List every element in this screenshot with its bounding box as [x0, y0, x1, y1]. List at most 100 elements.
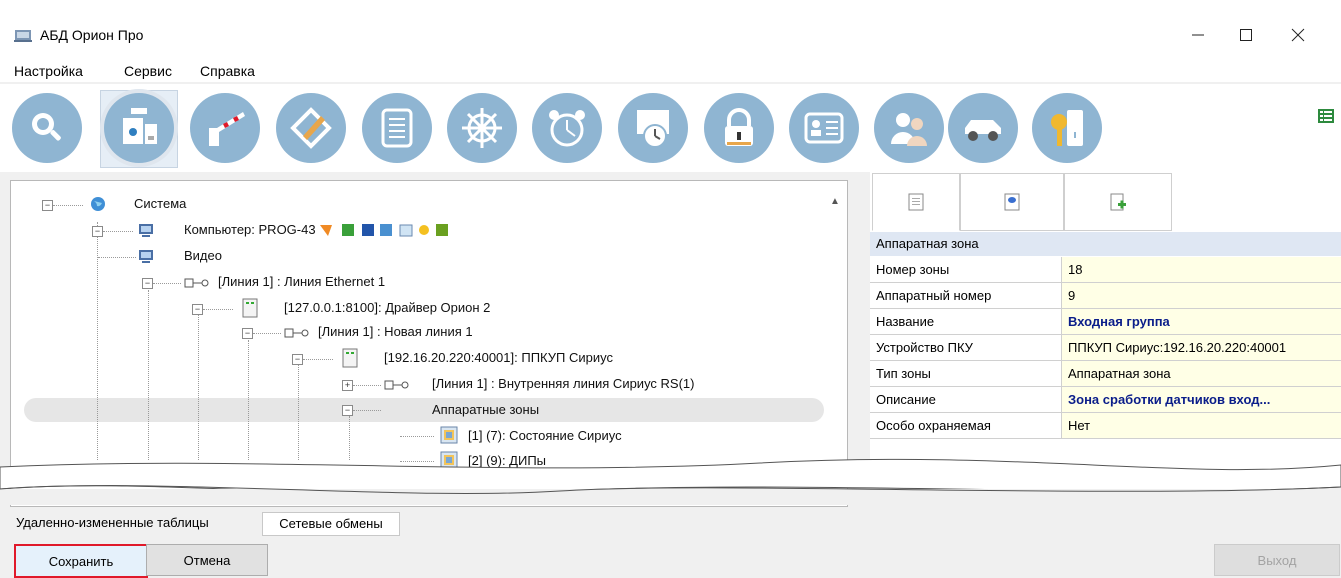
- property-label: Описание: [876, 392, 936, 407]
- alarm-clock-tool-button[interactable]: [532, 93, 602, 163]
- property-value[interactable]: Нет: [1068, 418, 1338, 433]
- tree-node-video[interactable]: Видео: [184, 248, 222, 263]
- key-tool-button[interactable]: [1032, 93, 1102, 163]
- tree-collapse-toggle[interactable]: −: [192, 304, 203, 315]
- tab-remote-tables[interactable]: Удаленно-измененные таблицы: [16, 512, 209, 534]
- document-tool-button[interactable]: [362, 93, 432, 163]
- schedule-tool-button[interactable]: [618, 93, 688, 163]
- property-separator: [1061, 413, 1062, 438]
- barrier-icon: [209, 112, 245, 146]
- tree-node-driver[interactable]: [127.0.0.1:8100]: Драйвер Орион 2: [284, 300, 490, 315]
- property-separator: [1061, 387, 1062, 412]
- car-tool-button[interactable]: [948, 93, 1018, 163]
- tree-collapse-toggle[interactable]: −: [142, 278, 153, 289]
- properties-header: Аппаратная зона: [870, 232, 1341, 256]
- helm-icon: [462, 108, 502, 148]
- save-button[interactable]: Сохранить: [14, 544, 148, 578]
- tree-node-inner-line[interactable]: [Линия 1] : Внутренняя линия Сириус RS(1…: [432, 376, 694, 391]
- property-separator: [1061, 257, 1062, 282]
- plan-edit-tool-button[interactable]: [276, 93, 346, 163]
- close-icon: [1291, 28, 1305, 42]
- property-row-description[interactable]: Описание Зона сработки датчиков вход...: [870, 387, 1341, 413]
- barrier-tool-button[interactable]: [190, 93, 260, 163]
- properties-header-title: Аппаратная зона: [876, 236, 979, 251]
- menu-help[interactable]: Справка: [200, 63, 255, 79]
- list-view-icon[interactable]: [1318, 108, 1334, 124]
- property-value[interactable]: Зона сработки датчиков вход...: [1068, 392, 1338, 407]
- property-label: Номер зоны: [876, 262, 950, 277]
- exit-button[interactable]: Выход: [1214, 544, 1340, 576]
- tree-node-sirius[interactable]: [192.16.20.220:40001]: ППКУП Сириус: [384, 350, 613, 365]
- tree-node-computer[interactable]: Компьютер: PROG-43: [184, 222, 316, 237]
- property-value[interactable]: 9: [1068, 288, 1338, 303]
- property-value[interactable]: ППКУП Сириус:192.16.20.220:40001: [1068, 340, 1338, 355]
- property-label: Тип зоны: [876, 366, 931, 381]
- car-icon: [965, 120, 1001, 141]
- property-row-guarded[interactable]: Особо охраняемая Нет: [870, 413, 1341, 439]
- property-value[interactable]: Входная группа: [1068, 314, 1338, 329]
- property-row-zone-type[interactable]: Тип зоны Аппаратная зона: [870, 361, 1341, 387]
- menu-service[interactable]: Сервис: [124, 63, 172, 79]
- zone-icon: [440, 426, 458, 444]
- search-icon: [32, 113, 61, 141]
- app-icon: [14, 27, 32, 43]
- maximize-button[interactable]: [1224, 18, 1268, 52]
- tree-collapse-toggle[interactable]: −: [242, 328, 253, 339]
- tree-branch-line: [353, 410, 381, 411]
- video-icon: [138, 248, 154, 264]
- property-row-name[interactable]: Название Входная группа: [870, 309, 1341, 335]
- devices-tool-button[interactable]: [104, 93, 174, 163]
- users-icon: [891, 113, 927, 146]
- comment-page-icon: [1004, 193, 1020, 211]
- line-connector-icon: [184, 277, 210, 289]
- tree-node-line-ethernet[interactable]: [Линия 1] : Линия Ethernet 1: [218, 274, 385, 289]
- tree-guide-line: [248, 340, 249, 460]
- users-tool-button[interactable]: [874, 93, 944, 163]
- scroll-up-arrow-icon[interactable]: ▲: [828, 196, 842, 210]
- line-connector-icon: [384, 379, 410, 391]
- card-tool-button[interactable]: [789, 93, 859, 163]
- tree-selection-highlight: [24, 398, 824, 422]
- tree-expand-toggle[interactable]: +: [342, 380, 353, 391]
- tab-add[interactable]: [1064, 173, 1172, 231]
- plan-edit-icon: [290, 107, 332, 149]
- search-tool-button[interactable]: [12, 93, 82, 163]
- tree-collapse-toggle[interactable]: −: [342, 405, 353, 416]
- tree-node-system[interactable]: Система: [134, 196, 186, 211]
- alarm-clock-icon: [549, 110, 585, 147]
- tab-properties[interactable]: [872, 173, 960, 231]
- tree-guide-line: [298, 365, 299, 460]
- close-button[interactable]: [1276, 18, 1320, 52]
- helm-tool-button[interactable]: [447, 93, 517, 163]
- tree-collapse-toggle[interactable]: −: [42, 200, 53, 211]
- tree-node-new-line[interactable]: [Линия 1] : Новая линия 1: [318, 324, 473, 339]
- tree-node-hardware-zones[interactable]: Аппаратные зоны: [432, 402, 539, 417]
- property-label: Устройство ПКУ: [876, 340, 973, 355]
- add-page-icon: [1110, 193, 1126, 211]
- property-label: Аппаратный номер: [876, 288, 992, 303]
- property-value[interactable]: Аппаратная зона: [1068, 366, 1338, 381]
- property-row-zone-number[interactable]: Номер зоны 18: [870, 257, 1341, 283]
- tree-collapse-toggle[interactable]: −: [292, 354, 303, 365]
- tab-network-exchange[interactable]: Сетевые обмены: [262, 512, 400, 536]
- tree-guide-line: [349, 416, 350, 460]
- driver-device-icon: [242, 298, 258, 318]
- menu-settings[interactable]: Настройка: [14, 63, 83, 79]
- property-row-device[interactable]: Устройство ПКУ ППКУП Сириус:192.16.20.22…: [870, 335, 1341, 361]
- tab-comments[interactable]: [960, 173, 1064, 231]
- property-value[interactable]: 18: [1068, 262, 1338, 277]
- torn-edge-overlay: [0, 455, 1341, 505]
- tree-branch-line: [203, 309, 233, 310]
- property-label: Название: [876, 314, 935, 329]
- cancel-button[interactable]: Отмена: [146, 544, 268, 576]
- tree-node-zone-1[interactable]: [1] (7): Состояние Сириус: [468, 428, 622, 443]
- lock-tool-button[interactable]: [704, 93, 774, 163]
- tree-branch-line: [103, 231, 133, 232]
- tree-branch-line: [53, 205, 83, 206]
- maximize-icon: [1240, 29, 1252, 41]
- minimize-button[interactable]: [1176, 18, 1220, 52]
- property-label: Особо охраняемая: [876, 418, 991, 433]
- property-row-hardware-number[interactable]: Аппаратный номер 9: [870, 283, 1341, 309]
- tree-collapse-toggle[interactable]: −: [92, 226, 103, 237]
- properties-page-icon: [908, 193, 924, 211]
